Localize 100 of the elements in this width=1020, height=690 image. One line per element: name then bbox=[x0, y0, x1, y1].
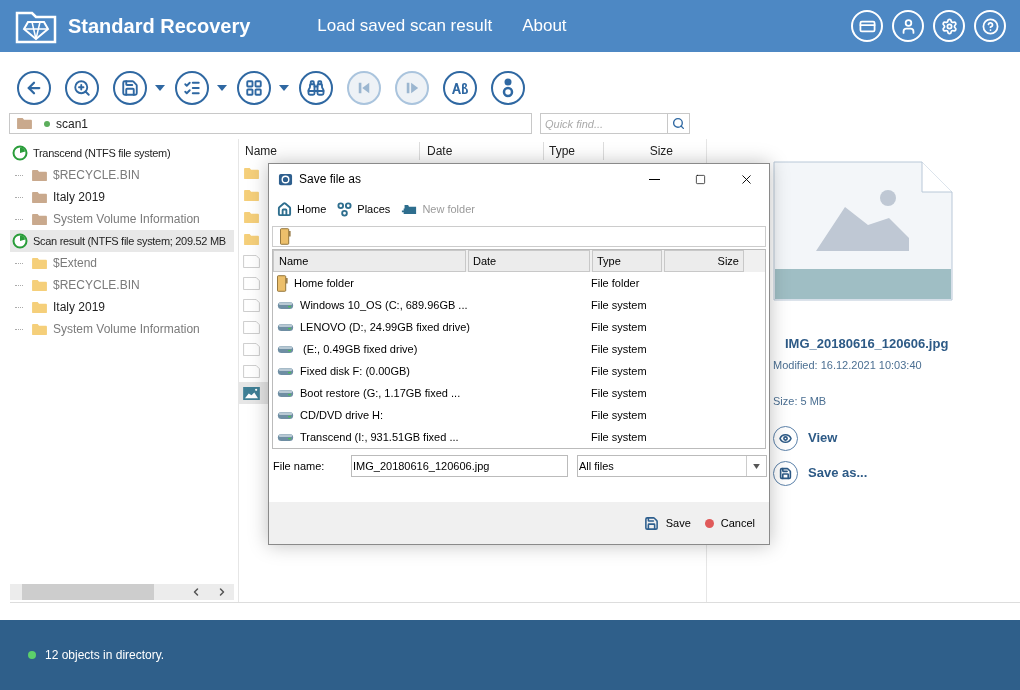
home-icon bbox=[277, 201, 292, 217]
dropdown-caret-icon[interactable] bbox=[155, 85, 165, 91]
toolbar-button[interactable] bbox=[175, 71, 209, 105]
location-row[interactable]: Transcend (I:, 931.51GB fixed ... File system bbox=[273, 426, 765, 448]
folder-icon bbox=[31, 256, 48, 270]
header-button[interactable] bbox=[933, 10, 965, 42]
tree-label: System Volume Information bbox=[53, 321, 200, 338]
toolbar-button[interactable] bbox=[443, 71, 477, 105]
header-button[interactable] bbox=[974, 10, 1006, 42]
tree-folder-item[interactable]: Italy 2019 bbox=[10, 186, 234, 208]
location-row[interactable]: CD/DVD drive H: File system bbox=[273, 404, 765, 426]
tree-folder-item[interactable]: Italy 2019 bbox=[10, 296, 234, 318]
location-name: Home folder bbox=[294, 275, 354, 291]
location-name: Transcend (I:, 931.51GB fixed ... bbox=[300, 429, 459, 445]
quick-find-field[interactable]: Quick find... bbox=[540, 113, 668, 134]
location-type: File system bbox=[591, 363, 647, 379]
file-icon bbox=[243, 298, 260, 312]
tree-label: $RECYCLE.BIN bbox=[53, 167, 140, 184]
drive-icon bbox=[277, 410, 294, 420]
tree-drive-item[interactable]: Scan result (NTFS file system; 209.52 MB bbox=[10, 230, 234, 252]
location-type: File folder bbox=[591, 275, 640, 291]
places-icon bbox=[337, 201, 353, 217]
file-name: IMG_20180616_120606.jpg bbox=[785, 335, 950, 353]
tree-folder-item[interactable]: System Volume Information bbox=[10, 208, 234, 230]
location-name: Fixed disk F: (0.00GB) bbox=[300, 363, 411, 379]
header-button[interactable] bbox=[892, 10, 924, 42]
tree-label: $Extend bbox=[53, 255, 98, 272]
dropdown-caret-icon[interactable] bbox=[217, 85, 227, 91]
path-bar[interactable]: scan1 bbox=[9, 113, 532, 134]
column-header[interactable]: Date bbox=[419, 141, 543, 160]
location-type: File system bbox=[591, 385, 647, 401]
file-icon bbox=[243, 364, 260, 378]
dialog-button[interactable]: Cancel bbox=[704, 514, 755, 532]
dialog-toolbar-button[interactable]: Places bbox=[337, 200, 391, 218]
drive-icon bbox=[277, 322, 294, 332]
location-name: LENOVO (D:, 24.99GB fixed drive) bbox=[300, 319, 470, 335]
location-row[interactable]: LENOVO (D:, 24.99GB fixed drive) File system bbox=[273, 316, 765, 338]
drive-icon bbox=[277, 432, 294, 442]
tree-folder-item[interactable]: $Extend bbox=[10, 252, 234, 274]
toolbar-button[interactable] bbox=[65, 71, 99, 105]
folder-icon bbox=[280, 228, 291, 245]
file-name-field[interactable]: IMG_20180616_120606.jpg bbox=[351, 455, 568, 477]
folder-icon bbox=[243, 188, 260, 202]
toolbar-button[interactable] bbox=[491, 71, 525, 105]
scrollbar-thumb[interactable] bbox=[22, 584, 154, 600]
search-icon bbox=[672, 117, 685, 130]
column-header[interactable]: Type bbox=[543, 141, 603, 160]
toolbar-button[interactable] bbox=[113, 71, 147, 105]
location-field[interactable] bbox=[272, 226, 766, 247]
image-file-icon bbox=[773, 161, 953, 301]
checklist-icon bbox=[183, 79, 201, 97]
drive-icon bbox=[277, 388, 294, 398]
header-button[interactable] bbox=[851, 10, 883, 42]
binoculars-icon bbox=[307, 79, 325, 97]
column-header[interactable]: Date bbox=[468, 250, 590, 272]
location-row[interactable]: (E:, 0.49GB fixed drive) File system bbox=[273, 338, 765, 360]
file-icon bbox=[243, 276, 260, 290]
toolbar-button[interactable] bbox=[237, 71, 271, 105]
location-name: Windows 10_OS (C:, 689.96GB ... bbox=[300, 297, 468, 313]
column-header[interactable]: Size bbox=[603, 141, 683, 160]
drive-icon bbox=[277, 366, 294, 376]
file-name-label: File name: bbox=[273, 458, 326, 474]
file-icon bbox=[243, 254, 260, 268]
column-header[interactable]: Type bbox=[592, 250, 662, 272]
partition-icon bbox=[12, 233, 28, 249]
maximize-icon bbox=[694, 173, 706, 185]
location-row[interactable]: Fixed disk F: (0.00GB) File system bbox=[273, 360, 765, 382]
column-header[interactable]: Name bbox=[273, 250, 466, 272]
toolbar-button[interactable] bbox=[299, 71, 333, 105]
tree-drive-item[interactable]: Transcend (NTFS file system) bbox=[10, 142, 234, 164]
tree-label: System Volume Information bbox=[53, 211, 200, 228]
minimize-icon bbox=[648, 178, 660, 180]
tree-folder-item[interactable]: System Volume Information bbox=[10, 318, 234, 340]
tree-folder-item[interactable]: $RECYCLE.BIN bbox=[10, 274, 234, 296]
file-type-dropdown[interactable]: All files bbox=[577, 455, 767, 477]
dialog-app-icon bbox=[278, 171, 293, 187]
toolbar-button[interactable] bbox=[17, 71, 51, 105]
new-folder-icon bbox=[401, 202, 418, 216]
file-row[interactable] bbox=[239, 382, 269, 404]
location-name: Boot restore (G:, 1.17GB fixed ... bbox=[300, 385, 461, 401]
dropdown-caret-icon[interactable] bbox=[279, 85, 289, 91]
location-type: File system bbox=[591, 341, 647, 357]
location-row[interactable]: Windows 10_OS (C:, 689.96GB ... File system bbox=[273, 294, 765, 316]
column-header[interactable]: Name bbox=[239, 141, 419, 160]
nav-link[interactable]: Load saved scan result bbox=[317, 13, 493, 39]
dialog-toolbar-button[interactable]: Home bbox=[277, 200, 327, 218]
column-header[interactable]: Size bbox=[664, 250, 744, 272]
nav-link[interactable]: About bbox=[522, 13, 567, 39]
horizontal-scrollbar[interactable] bbox=[10, 584, 234, 600]
location-row[interactable]: Boot restore (G:, 1.17GB fixed ... File system bbox=[273, 382, 765, 404]
location-row[interactable]: Home folder File folder bbox=[273, 272, 765, 294]
preview-action-button[interactable]: View bbox=[773, 425, 1020, 451]
search-button[interactable] bbox=[668, 113, 690, 134]
folder-icon bbox=[31, 190, 48, 204]
preview-action-button[interactable]: Save as... bbox=[773, 460, 1020, 486]
tree-folder-item[interactable]: $RECYCLE.BIN bbox=[10, 164, 234, 186]
folder-icon bbox=[31, 168, 48, 182]
back-icon bbox=[25, 79, 43, 97]
dialog-button[interactable]: Save bbox=[643, 514, 691, 532]
file-icon bbox=[243, 320, 260, 334]
